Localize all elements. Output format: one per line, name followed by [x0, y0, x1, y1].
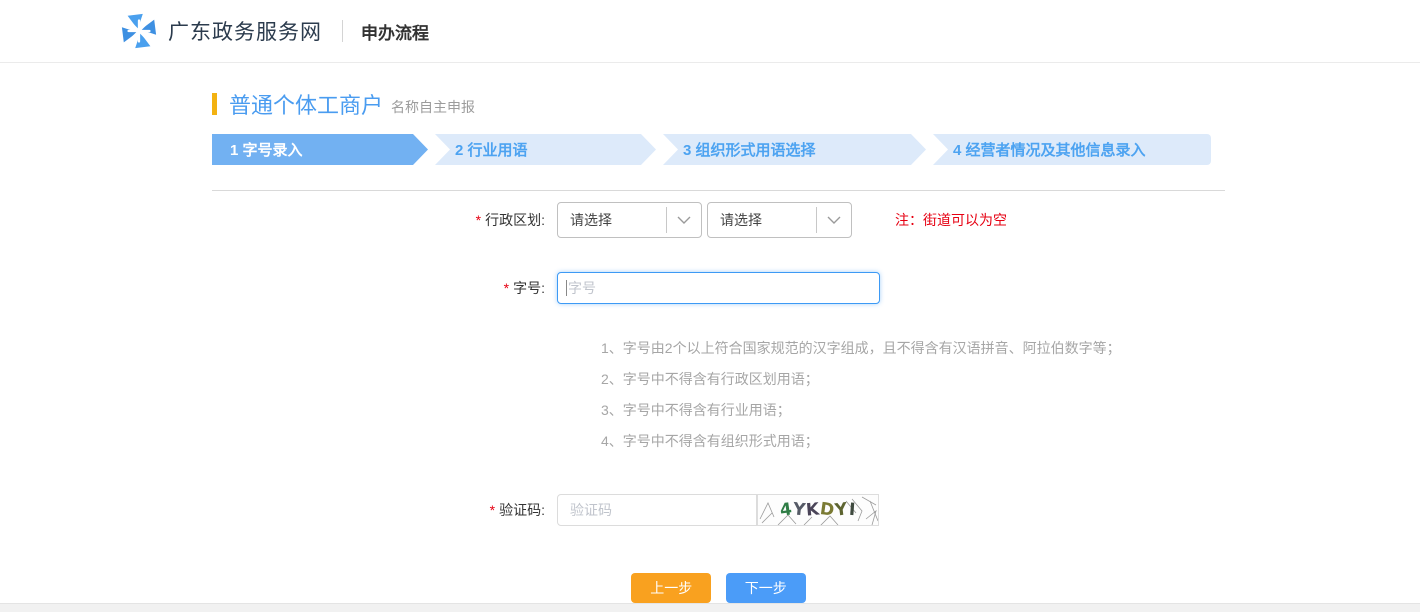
step-2-industry-term: 2 行业用语 — [435, 134, 656, 165]
page-subtitle: 名称自主申报 — [391, 91, 475, 117]
naming-rules-list: 1、字号由2个以上符合国家规范的汉字组成，且不得含有汉语拼音、阿拉伯数字等； 2… — [212, 341, 1225, 448]
naming-rule-4: 4、字号中不得含有组织形式用语； — [601, 434, 1225, 448]
naming-rule-1: 1、字号由2个以上符合国家规范的汉字组成，且不得含有汉语拼音、阿拉伯数字等； — [601, 341, 1225, 355]
section-divider — [212, 190, 1225, 191]
text-caret — [566, 280, 567, 296]
step-3-organization-form: 3 组织形式用语选择 — [663, 134, 926, 165]
chevron-down-icon[interactable] — [666, 207, 701, 233]
next-step-button[interactable]: 下一步 — [726, 573, 806, 603]
region-city-select-value: 请选择 — [558, 210, 666, 230]
captcha-label: *验证码: — [212, 500, 545, 520]
captcha-text: 4YKDYI — [758, 495, 878, 525]
header: 广东政务服务网 申办流程 — [0, 0, 1420, 63]
region-row: *行政区划: 请选择 请选择 注：街道可以为空 — [212, 202, 1225, 238]
required-asterisk: * — [476, 212, 481, 228]
region-street-select-value: 请选择 — [708, 210, 816, 230]
main-content: 普通个体工商户 名称自主申报 1 字号录入 2 行业用语 3 组织形式用语选择 … — [212, 88, 1225, 603]
header-divider — [342, 20, 343, 42]
page-heading: 普通个体工商户 名称自主申报 — [212, 88, 1225, 120]
footer-strip — [0, 603, 1420, 612]
trade-name-label: *字号: — [212, 278, 545, 298]
page-title: 普通个体工商户 — [229, 88, 383, 120]
step-4-operator-info: 4 经营者情况及其他信息录入 — [933, 134, 1211, 165]
naming-rule-2: 2、字号中不得含有行政区划用语； — [601, 372, 1225, 386]
previous-step-button[interactable]: 上一步 — [631, 573, 711, 603]
title-accent-bar — [212, 93, 217, 115]
captcha-placeholder: 验证码 — [570, 500, 612, 520]
step-1-name-entry: 1 字号录入 — [212, 134, 428, 165]
naming-rule-3: 3、字号中不得含有行业用语； — [601, 403, 1225, 417]
chevron-down-icon[interactable] — [816, 207, 851, 233]
region-street-select[interactable]: 请选择 — [707, 202, 852, 238]
captcha-image[interactable]: 4YKDYI — [757, 494, 879, 526]
required-asterisk: * — [504, 280, 509, 296]
street-optional-note: 注：街道可以为空 — [895, 210, 1007, 230]
site-logo-icon — [120, 12, 158, 50]
page-title-header: 申办流程 — [361, 19, 429, 44]
trade-name-row: *字号: 字号 — [212, 272, 1225, 304]
site-name: 广东政务服务网 — [168, 16, 322, 46]
application-form: *行政区划: 请选择 请选择 注：街道可以为空 — [212, 202, 1225, 603]
required-asterisk: * — [490, 502, 495, 518]
step-indicator: 1 字号录入 2 行业用语 3 组织形式用语选择 4 经营者情况及其他信息录入 — [212, 134, 1211, 165]
region-label: *行政区划: — [212, 210, 545, 230]
region-city-select[interactable]: 请选择 — [557, 202, 702, 238]
action-buttons: 上一步 下一步 — [212, 573, 1225, 603]
trade-name-input[interactable]: 字号 — [557, 272, 880, 304]
trade-name-placeholder: 字号 — [568, 278, 596, 298]
captcha-row: *验证码: 验证码 — [212, 494, 1225, 526]
captcha-input[interactable]: 验证码 — [557, 494, 757, 526]
